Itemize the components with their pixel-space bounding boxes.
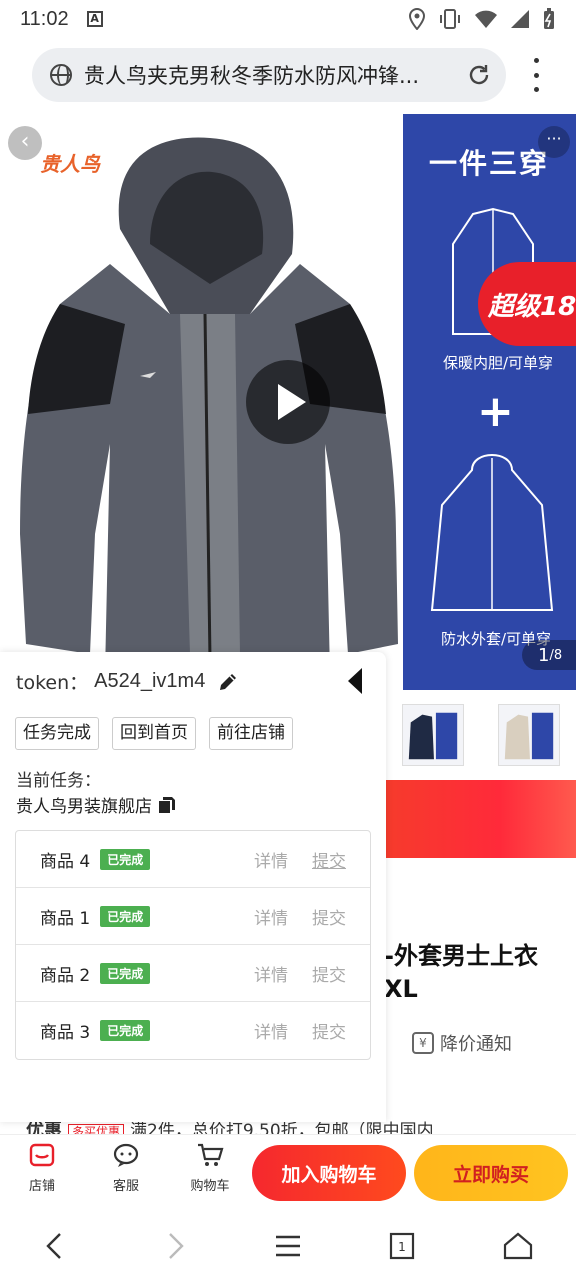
shop-tab[interactable]: 店铺 [12, 1141, 72, 1194]
thumbnail-beige[interactable] [498, 704, 560, 766]
token-label: token： [16, 672, 89, 694]
collapse-panel-icon[interactable] [348, 668, 362, 694]
back-icon[interactable] [38, 1228, 74, 1264]
status-badge: 已完成 [100, 1020, 151, 1041]
shop-tab-label: 店铺 [28, 1179, 55, 1194]
token-row: token： A524_iv1m4 [16, 668, 239, 695]
pencil-icon[interactable] [217, 671, 239, 693]
cart-icon [198, 1143, 224, 1166]
browser-menu-icon[interactable] [528, 58, 544, 92]
counter-current: 1 [538, 644, 550, 666]
add-to-cart-button[interactable]: 加入购物车 [252, 1145, 406, 1201]
status-time: 11:02 [20, 7, 69, 30]
jacket-illustration [20, 137, 398, 674]
item-name: 商品 1 [40, 908, 91, 929]
table-row: 商品 2 已完成 详情 提交 [16, 945, 370, 1002]
task-item-table: 商品 4 已完成 详情 提交 商品 1 已完成 详情 提交 商品 2 已完成 详… [15, 830, 371, 1060]
go-home-button[interactable]: 回到首页 [112, 717, 196, 750]
submit-link[interactable]: 提交 [312, 1018, 346, 1043]
thumbnail-strip [386, 690, 576, 780]
bottom-action-bar: 店铺 客服 购物车 加入购物车 立即购买 [0, 1134, 576, 1208]
home-icon[interactable] [500, 1228, 536, 1264]
back-arrow-icon[interactable]: ‹ [8, 126, 42, 160]
product-gallery[interactable]: 贵人鸟 一件三穿 保暖内胆/可单穿 + 防水外套/可单穿 超级18 ‹ ··· … [0, 114, 576, 690]
product-title-line2: XL [384, 975, 418, 1003]
outer-jacket-illustration [430, 454, 554, 611]
cart-tab-label: 购物车 [190, 1179, 230, 1194]
go-shop-button[interactable]: 前往店铺 [209, 717, 293, 750]
globe-icon [50, 64, 72, 86]
item-name: 商品 4 [40, 851, 91, 872]
status-badge: 已完成 [100, 962, 151, 984]
status-badge: 已完成 [100, 905, 151, 927]
page-title: 贵人鸟夹克男秋冬季防水防风冲锋... [84, 64, 420, 88]
brand-logo: 贵人鸟 [40, 152, 100, 176]
detail-link[interactable]: 详情 [254, 1018, 288, 1043]
shop-icon [29, 1143, 55, 1167]
table-row: 商品 4 已完成 详情 提交 [16, 831, 370, 888]
task-panel: token： A524_iv1m4 任务完成 回到首页 前往店铺 当前任务： 贵… [0, 652, 386, 1122]
status-bar: 11:02 A [0, 0, 576, 38]
submit-link[interactable]: 提交 [312, 904, 346, 929]
feature-panel: 一件三穿 保暖内胆/可单穿 + 防水外套/可单穿 [403, 114, 576, 690]
plus-icon: + [477, 386, 514, 437]
submit-link[interactable]: 提交 [312, 961, 346, 986]
menu-icon[interactable] [270, 1228, 306, 1264]
product-title: -外套男士上衣 XL [384, 940, 538, 1006]
wifi-icon [475, 10, 497, 28]
tabs-icon[interactable]: 1 [384, 1228, 420, 1264]
product-title-line1: -外套男士上衣 [384, 942, 538, 970]
counter-total: /8 [549, 647, 563, 663]
signal-icon [511, 10, 529, 28]
detail-link[interactable]: 详情 [254, 904, 288, 929]
product-image[interactable]: 贵人鸟 [0, 114, 403, 690]
thumbnail-navy[interactable] [402, 704, 464, 766]
chat-icon [113, 1143, 139, 1167]
forward-icon[interactable] [156, 1228, 192, 1264]
promo-badge: 超级18 [478, 262, 576, 346]
item-name: 商品 2 [40, 965, 91, 986]
address-bar[interactable]: 贵人鸟夹克男秋冬季防水防风冲锋... [32, 48, 506, 102]
status-icons [408, 8, 556, 30]
screen: 11:02 A 贵人鸟夹克男秋冬季防水防风冲锋... 贵人鸟 一件三穿 保暖内胆… [0, 0, 576, 1280]
feature-heading: 一件三穿 [429, 147, 550, 180]
token-value: A524_iv1m4 [94, 670, 206, 692]
detail-link[interactable]: 详情 [254, 847, 288, 872]
submit-link[interactable]: 提交 [312, 847, 346, 872]
detail-link[interactable]: 详情 [254, 961, 288, 986]
price-notify-button[interactable]: ¥ 降价通知 [412, 1030, 512, 1056]
promo-banner [386, 780, 576, 858]
svg-text:1: 1 [398, 1240, 406, 1254]
current-shop: 贵人鸟男装旗舰店 [16, 792, 176, 817]
yen-bell-icon: ¥ [412, 1032, 434, 1054]
battery-icon [544, 8, 554, 29]
play-video-button[interactable] [246, 360, 330, 444]
reload-icon[interactable] [466, 62, 492, 88]
image-counter: 1/8 [522, 640, 576, 670]
table-row: 商品 1 已完成 详情 提交 [16, 888, 370, 945]
cart-tab[interactable]: 购物车 [180, 1141, 240, 1194]
inner-caption: 保暖内胆/可单穿 [443, 354, 554, 372]
system-nav-bar: 1 [0, 1208, 576, 1280]
vibrate-icon [440, 9, 460, 29]
more-icon[interactable]: ··· [538, 126, 570, 158]
copy-icon[interactable] [158, 796, 176, 814]
task-button-row: 任务完成 回到首页 前往店铺 [15, 717, 293, 750]
buy-now-button[interactable]: 立即购买 [414, 1145, 568, 1201]
location-icon [408, 8, 426, 30]
item-name: 商品 3 [40, 1023, 91, 1043]
price-notify-label: 降价通知 [440, 1034, 512, 1055]
status-badge: 已完成 [100, 848, 151, 870]
table-row: 商品 3 已完成 详情 提交 [16, 1002, 370, 1059]
shop-name: 贵人鸟男装旗舰店 [16, 797, 152, 817]
notification-a-icon: A [86, 11, 103, 27]
current-task-label: 当前任务： [16, 771, 101, 791]
task-complete-button[interactable]: 任务完成 [15, 717, 99, 750]
service-tab-label: 客服 [112, 1179, 139, 1194]
service-tab[interactable]: 客服 [96, 1141, 156, 1194]
